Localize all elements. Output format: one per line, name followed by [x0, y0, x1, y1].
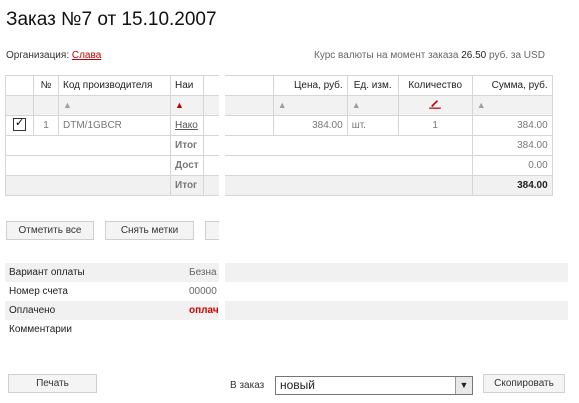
organization: Организация: Слава — [6, 50, 101, 61]
rate-prefix: Курс валюты на момент заказа — [314, 50, 459, 61]
order-info: Вариант оплаты Безна Номер счета 00000 Опл… — [5, 263, 568, 339]
paid-value: оплач — [185, 301, 568, 320]
row-unit: шт. — [346, 115, 399, 136]
total-row: Итог 384.00 — [5, 135, 553, 156]
comments-value — [185, 320, 568, 339]
select-all-button[interactable]: Отметить все — [6, 221, 94, 240]
sort-unit-icon[interactable]: ▲ — [352, 100, 361, 110]
order-table: № Код производителя Наи Цена, руб. Ед. и… — [5, 75, 553, 196]
unselect-button[interactable]: Снять метки — [105, 221, 194, 240]
grand-total-value: 384.00 — [471, 175, 553, 196]
order-status-select[interactable]: новый ▼ — [275, 376, 473, 395]
sort-sum-icon[interactable]: ▲ — [477, 100, 486, 110]
row-code: DTM/1GBCR — [58, 115, 171, 136]
header-price[interactable]: Цена, руб. — [272, 75, 348, 96]
table-row: 1 DTM/1GBCR Нако 384.00 шт. 1 384.00 — [5, 115, 553, 136]
grand-total-row: Итог 384.00 — [5, 175, 553, 196]
order-status-value: новый — [280, 378, 316, 392]
invoice-value: 00000 — [189, 286, 217, 297]
header-name[interactable]: Наи — [170, 75, 204, 96]
payment-label: Вариант оплаты — [5, 263, 185, 282]
delivery-value: 0.00 — [471, 155, 553, 176]
organization-label: Организация: — [6, 50, 70, 61]
row-price: 384.00 — [272, 115, 348, 136]
grand-total-label: Итог — [170, 175, 204, 196]
edit-qty-pencil-icon[interactable] — [426, 99, 444, 109]
row-qty: 1 — [397, 115, 473, 136]
header-qty[interactable]: Количество — [397, 75, 473, 96]
rate-suffix: руб. за USD — [489, 50, 545, 61]
sort-name-icon[interactable]: ▲ — [175, 100, 184, 110]
header-check — [5, 75, 34, 96]
payment-value: Безна — [185, 263, 568, 282]
render-gap — [219, 70, 225, 220]
header-sum[interactable]: Сумма, руб. — [471, 75, 553, 96]
copy-button[interactable]: Скопировать — [483, 374, 565, 393]
print-button[interactable]: Печать — [8, 374, 97, 393]
total-label: Итог — [170, 135, 204, 156]
organization-link[interactable]: Слава — [72, 50, 101, 61]
paid-label: Оплачено — [5, 301, 185, 320]
rate-value: 26.50 — [461, 50, 487, 61]
currency-rate: Курс валюты на момент заказа 26.50 руб. … — [314, 50, 545, 61]
delivery-label: Дост — [170, 155, 204, 176]
invoice-label: Номер счета — [9, 286, 68, 297]
row-sum: 384.00 — [471, 115, 553, 136]
header-code[interactable]: Код производителя — [58, 75, 171, 96]
row-checkbox[interactable] — [13, 117, 26, 131]
delivery-row: Дост 0.00 — [5, 155, 553, 176]
comments-label: Комментарии — [9, 324, 72, 335]
sort-price-icon[interactable]: ▲ — [278, 100, 287, 110]
sort-code-icon[interactable]: ▲ — [63, 100, 72, 110]
page-title: Заказ №7 от 15.10.2007 (и — [6, 9, 219, 30]
header-num: № — [33, 75, 59, 96]
chevron-down-icon[interactable]: ▼ — [455, 377, 472, 394]
to-order-label: В заказ — [230, 380, 265, 391]
row-name-link[interactable]: Нако — [170, 115, 204, 136]
total-value: 384.00 — [471, 135, 553, 156]
row-num: 1 — [33, 115, 59, 136]
render-gap-2 — [219, 262, 225, 347]
partial-button[interactable] — [205, 221, 219, 240]
header-unit[interactable]: Ед. изм. — [346, 75, 399, 96]
